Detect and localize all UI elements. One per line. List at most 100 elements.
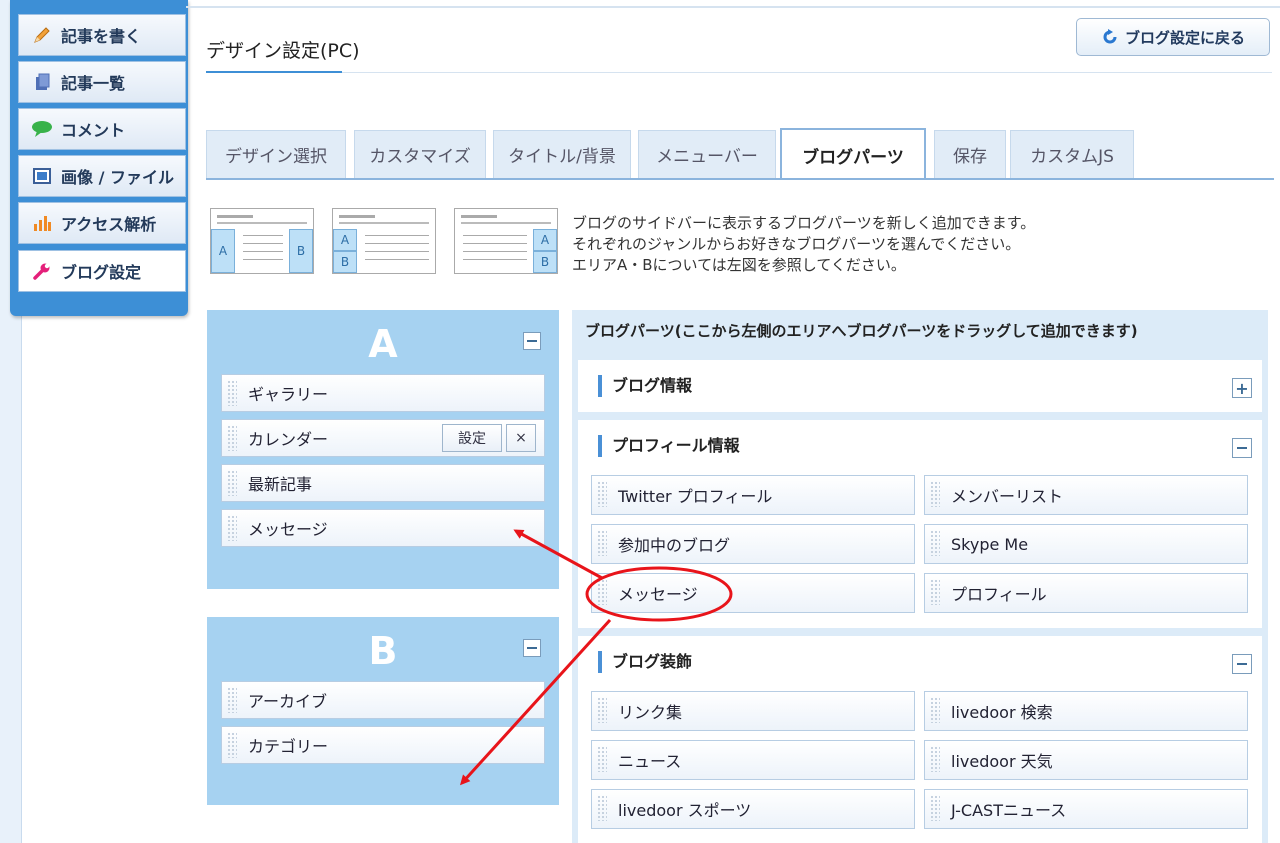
intro-line: ブログのサイドバーに表示するブログパーツを新しく追加できます。 <box>572 214 1036 232</box>
expand-section-button[interactable]: + <box>1232 378 1252 398</box>
blog-parts-header: ブログパーツ(ここから左側のエリアへブログパーツをドラッグして追加できます) <box>585 322 1138 340</box>
sidebar-item-analytics[interactable]: アクセス解析 <box>18 202 186 244</box>
collapse-area-b-button[interactable] <box>523 639 541 657</box>
collapse-area-a-button[interactable] <box>523 332 541 350</box>
intro-line: エリアA・Bについては左図を参照してください。 <box>572 256 906 274</box>
pencil-icon <box>31 25 53 45</box>
page-title: デザイン設定(PC) <box>206 40 360 62</box>
area-a-part-recent-posts[interactable]: 最新記事 <box>221 464 545 502</box>
part-label: J-CASTニュース <box>951 801 1067 820</box>
drag-handle-icon[interactable] <box>930 697 940 723</box>
drag-handle-icon[interactable] <box>930 579 940 605</box>
document-icon <box>31 72 53 92</box>
remove-part-button[interactable]: × <box>506 424 536 452</box>
drag-handle-icon[interactable] <box>930 795 940 821</box>
section-blog-info: ブログ情報 + <box>578 360 1262 412</box>
sidebar-item-label: アクセス解析 <box>61 215 157 234</box>
back-button-label: ブログ設定に戻る <box>1124 28 1245 47</box>
drag-handle-icon[interactable] <box>930 530 940 556</box>
drag-handle-icon[interactable] <box>227 687 237 713</box>
blog-parts-panel: ブログパーツ(ここから左側のエリアへブログパーツをドラッグして追加できます) ブ… <box>572 310 1268 843</box>
return-arrow-icon <box>1101 28 1119 46</box>
part-jcast-news[interactable]: J-CASTニュース <box>924 789 1248 829</box>
part-member-list[interactable]: メンバーリスト <box>924 475 1248 515</box>
tab-baseline <box>206 178 1274 180</box>
area-a-part-calendar[interactable]: カレンダー 設定 × <box>221 419 545 457</box>
part-label: 参加中のブログ <box>618 536 731 555</box>
drag-handle-icon[interactable] <box>597 795 607 821</box>
part-joined-blogs[interactable]: 参加中のブログ <box>591 524 915 564</box>
thumb-area-b: B <box>289 229 313 273</box>
part-profile[interactable]: プロフィール <box>924 573 1248 613</box>
drag-handle-icon[interactable] <box>597 697 607 723</box>
drag-handle-icon[interactable] <box>227 380 237 406</box>
sidebar-item-label: 記事を書く <box>61 27 142 46</box>
sidebar-item-label: ブログ設定 <box>61 263 142 282</box>
header-divider <box>342 72 1272 73</box>
thumb-area-b: B <box>333 251 357 273</box>
part-settings-button[interactable]: 設定 <box>442 424 502 452</box>
minus-icon <box>1237 447 1247 449</box>
part-message[interactable]: メッセージ <box>591 573 915 613</box>
tab-customize[interactable]: カスタマイズ <box>354 130 486 178</box>
sidebar-item-images-files[interactable]: 画像 / ファイル <box>18 155 186 197</box>
part-label: ギャラリー <box>248 385 329 404</box>
section-blog-decoration: ブログ装飾 リンク集 livedoor 検索 ニュース livedoor 天気 … <box>578 636 1262 843</box>
minus-icon <box>527 647 537 649</box>
part-label: 最新記事 <box>248 475 313 494</box>
part-twitter-profile[interactable]: Twitter プロフィール <box>591 475 915 515</box>
area-a-part-message[interactable]: メッセージ <box>221 509 545 547</box>
part-livedoor-sports[interactable]: livedoor スポーツ <box>591 789 915 829</box>
part-label: livedoor スポーツ <box>618 801 752 820</box>
collapse-section-button[interactable] <box>1232 438 1252 458</box>
back-to-blog-settings-button[interactable]: ブログ設定に戻る <box>1076 18 1270 56</box>
minus-icon <box>1237 663 1247 665</box>
thumb-area-a: A <box>211 229 235 273</box>
tab-menubar[interactable]: メニューバー <box>638 130 776 178</box>
drag-handle-icon[interactable] <box>227 515 237 541</box>
part-label: livedoor 検索 <box>951 703 1053 722</box>
collapse-section-button[interactable] <box>1232 654 1252 674</box>
part-label: アーカイブ <box>248 692 328 711</box>
sidebar-item-label: 画像 / ファイル <box>61 168 174 187</box>
part-news[interactable]: ニュース <box>591 740 915 780</box>
drag-handle-icon[interactable] <box>227 425 237 451</box>
drag-handle-icon[interactable] <box>930 746 940 772</box>
tab-custom-js[interactable]: カスタムJS <box>1010 130 1134 178</box>
drag-handle-icon[interactable] <box>227 470 237 496</box>
area-a-part-gallery[interactable]: ギャラリー <box>221 374 545 412</box>
part-livedoor-search[interactable]: livedoor 検索 <box>924 691 1248 731</box>
section-profile-info: プロフィール情報 Twitter プロフィール メンバーリスト 参加中のブログ … <box>578 420 1262 628</box>
area-b-part-archive[interactable]: アーカイブ <box>221 681 545 719</box>
thumb-area-a: A <box>333 229 357 251</box>
drag-handle-icon[interactable] <box>597 530 607 556</box>
part-label: livedoor 天気 <box>951 752 1053 771</box>
sidebar-item-comments[interactable]: コメント <box>18 108 186 150</box>
sidebar-item-post-list[interactable]: 記事一覧 <box>18 61 186 103</box>
wrench-icon <box>31 261 53 281</box>
layout-thumb-left-right: A B <box>210 208 314 274</box>
section-title: ブログ情報 <box>598 375 692 397</box>
part-livedoor-weather[interactable]: livedoor 天気 <box>924 740 1248 780</box>
tab-design-select[interactable]: デザイン選択 <box>206 130 346 178</box>
tab-save[interactable]: 保存 <box>934 130 1006 178</box>
part-label: メッセージ <box>618 585 698 604</box>
part-skype-me[interactable]: Skype Me <box>924 524 1248 564</box>
drag-handle-icon[interactable] <box>930 481 940 507</box>
speech-bubble-icon <box>31 119 53 139</box>
image-icon <box>31 166 53 186</box>
tab-blog-parts[interactable]: ブログパーツ <box>780 128 926 180</box>
top-divider <box>186 0 1280 8</box>
drag-handle-icon[interactable] <box>597 746 607 772</box>
sidebar-item-blog-settings[interactable]: ブログ設定 <box>18 250 186 292</box>
drag-handle-icon[interactable] <box>227 732 237 758</box>
drag-handle-icon[interactable] <box>597 579 607 605</box>
intro-line: それぞれのジャンルからお好きなブログパーツを選んでください。 <box>572 235 1021 253</box>
tab-title-background[interactable]: タイトル/背景 <box>493 130 631 178</box>
sidebar-item-write-post[interactable]: 記事を書く <box>18 14 186 56</box>
drag-handle-icon[interactable] <box>597 481 607 507</box>
part-link-collection[interactable]: リンク集 <box>591 691 915 731</box>
title-underline <box>206 71 342 73</box>
part-label: リンク集 <box>618 703 683 722</box>
area-b-part-category[interactable]: カテゴリー <box>221 726 545 764</box>
